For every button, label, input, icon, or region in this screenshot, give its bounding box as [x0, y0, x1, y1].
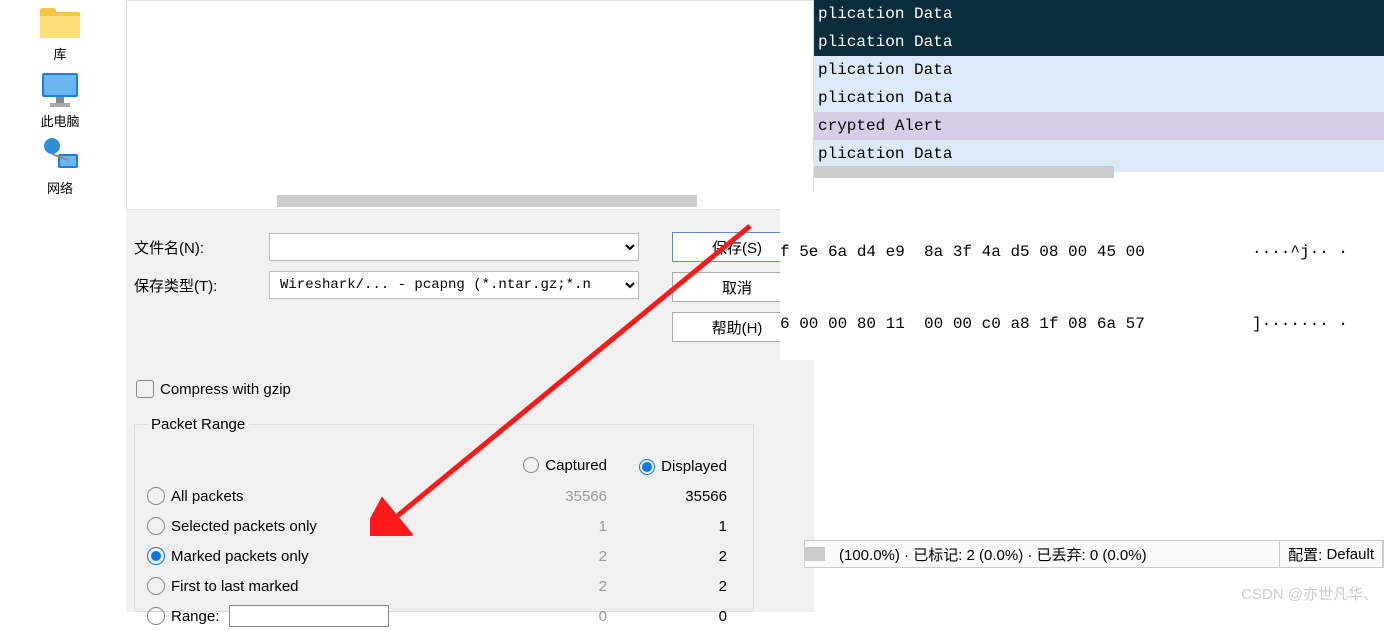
config-segment[interactable]: 配置: Default [1280, 541, 1383, 567]
network-icon [36, 136, 84, 176]
filename-input[interactable] [269, 233, 639, 261]
desktop-icon-library[interactable]: 库 [25, 2, 95, 63]
checkbox-icon[interactable] [136, 380, 154, 398]
scrollbar-stub[interactable] [805, 547, 825, 561]
hex-dump[interactable]: f 5e 6a d4 e9 8a 3f 4a d5 08 00 45 00 6 … [780, 192, 1384, 360]
horizontal-scrollbar[interactable] [814, 166, 1114, 178]
packet-row[interactable]: plication Data [814, 84, 1384, 112]
desktop-icon-label: 此电脑 [40, 111, 79, 130]
range-radio[interactable]: Range: [147, 605, 487, 627]
desktop-icon-this-pc[interactable]: 此电脑 [25, 69, 95, 130]
first-to-last-radio[interactable]: First to last marked [147, 577, 487, 595]
captured-radio[interactable]: Captured [523, 457, 607, 474]
status-bar: (100.0%) · 已标记: 2 (0.0%) · 已丢弃: 0 (0.0%)… [804, 540, 1384, 568]
desktop-icons: 库 此电脑 网络 [20, 2, 100, 197]
filetype-label: 保存类型(T): [134, 275, 269, 296]
packet-row[interactable]: plication Data [814, 28, 1384, 56]
packet-range-legend: Packet Range [147, 416, 249, 433]
packet-row[interactable]: plication Data [814, 140, 1384, 168]
selected-packets-radio[interactable]: Selected packets only [147, 517, 487, 535]
compress-label: Compress with gzip [160, 381, 291, 398]
file-browser-pane[interactable] [126, 0, 814, 210]
horizontal-scrollbar[interactable] [277, 195, 697, 207]
desktop-icon-label: 网络 [47, 178, 73, 197]
folder-icon [36, 2, 84, 42]
packet-list[interactable]: plication Data plication Data plication … [814, 0, 1384, 172]
desktop-icon-label: 库 [53, 44, 66, 63]
range-input[interactable] [229, 605, 389, 627]
status-text: (100.0%) · 已标记: 2 (0.0%) · 已丢弃: 0 (0.0%) [831, 541, 1280, 567]
filename-label: 文件名(N): [134, 237, 269, 258]
displayed-radio[interactable]: Displayed [639, 458, 727, 475]
all-packets-radio[interactable]: All packets [147, 487, 487, 505]
packet-row[interactable]: plication Data [814, 56, 1384, 84]
ascii-column: ····^j·· · ]······· · ^E···3·I · ····4··… [1252, 192, 1384, 360]
marked-packets-radio[interactable]: Marked packets only [147, 547, 487, 565]
packet-range-group: Packet Range Captured Displayed All pack… [134, 416, 754, 612]
save-as-dialog: 文件名(N): 保存类型(T): Wireshark/... - pcapng … [126, 0, 814, 612]
filetype-select[interactable]: Wireshark/... - pcapng (*.ntar.gz;*.n [269, 271, 639, 299]
compress-checkbox-row[interactable]: Compress with gzip [136, 380, 291, 398]
watermark: CSDN @亦世凡华、 [1241, 583, 1378, 604]
packet-row[interactable]: crypted Alert [814, 112, 1384, 140]
desktop-icon-network[interactable]: 网络 [25, 136, 95, 197]
monitor-icon [36, 69, 84, 109]
packet-row[interactable]: plication Data [814, 0, 1384, 28]
